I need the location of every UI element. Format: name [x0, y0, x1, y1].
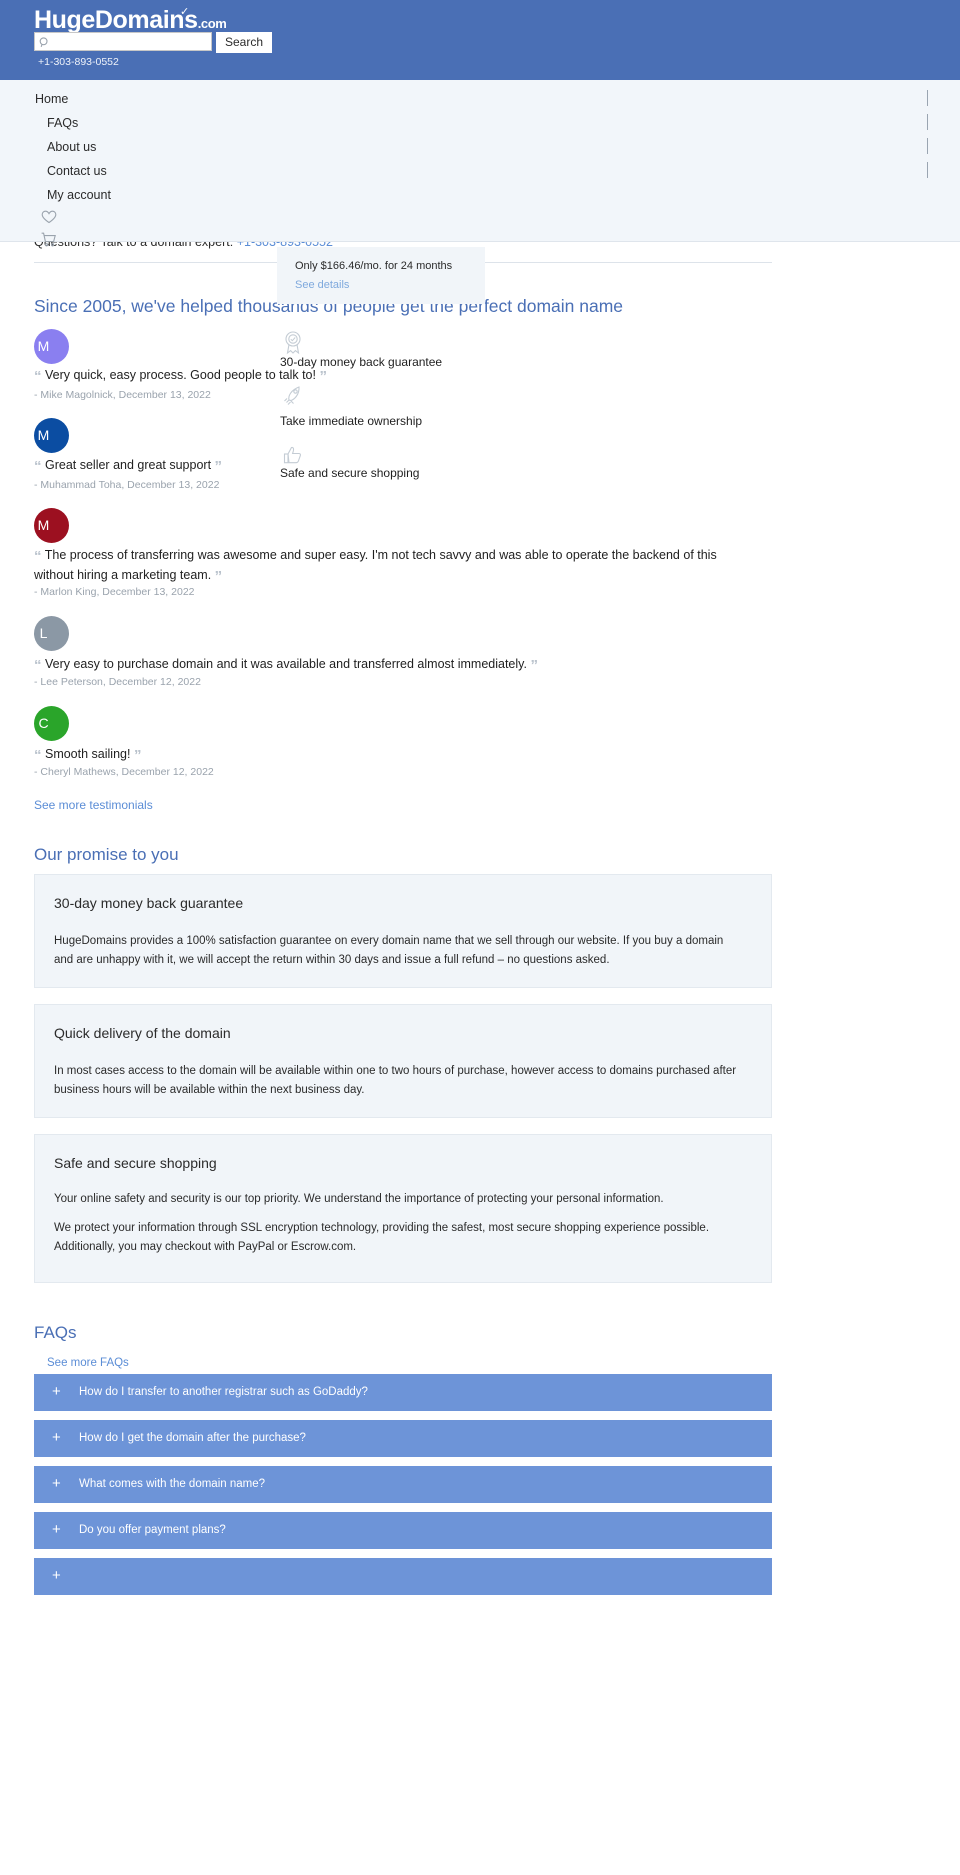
quote-open-icon: “ — [34, 458, 42, 475]
faq-accordion-item[interactable]: + — [34, 1558, 772, 1595]
see-more-testimonials-link[interactable]: See more testimonials — [34, 798, 153, 812]
promise-card-title: Safe and secure shopping — [54, 1155, 217, 1171]
testimonial-text: Very quick, easy process. Good people to… — [44, 368, 316, 382]
quote-close-icon: ” — [214, 568, 223, 585]
testimonial-text: Smooth sailing! — [44, 747, 131, 761]
testimonial-text: Very easy to purchase domain and it was … — [44, 657, 527, 671]
quote-open-icon: “ — [34, 368, 42, 385]
quote-open-icon: “ — [34, 747, 42, 764]
promise-card: 30-day money back guarantee HugeDomains … — [34, 874, 772, 988]
avatar-initial: M — [37, 517, 50, 533]
faq-question: How do I transfer to another registrar s… — [79, 1386, 368, 1398]
see-details-link[interactable]: See details — [295, 279, 349, 291]
avatar: M — [34, 508, 69, 543]
page-root: Questions? Talk to a domain expert: +1-3… — [0, 0, 960, 1875]
checkmark-icon: ✓ — [180, 6, 189, 18]
logo-tld-text: .com — [197, 16, 227, 31]
heart-icon[interactable] — [41, 210, 57, 226]
faq-question: How do I get the domain after the purcha… — [79, 1432, 306, 1444]
logo-main-text: HugeDomains — [34, 6, 198, 34]
faq-accordion-item[interactable]: + What comes with the domain name? — [34, 1466, 772, 1503]
nav-divider — [927, 90, 928, 106]
plus-icon: + — [52, 1521, 61, 1538]
avatar: C — [34, 706, 69, 741]
feature-label: Take immediate ownership — [280, 414, 423, 428]
faq-accordion-item[interactable]: + How do I transfer to another registrar… — [34, 1374, 772, 1411]
promise-card-title: 30-day money back guarantee — [54, 895, 244, 911]
avatar: L — [34, 616, 69, 651]
nav-item-about-us[interactable]: About us — [47, 140, 96, 154]
plus-icon: + — [52, 1475, 61, 1492]
testimonial-quote: “ The process of transferring was awesom… — [34, 546, 749, 586]
header-phone[interactable]: +1-303-893-0552 — [38, 56, 119, 68]
nav-item-contact-us[interactable]: Contact us — [47, 164, 107, 178]
faq-question: What comes with the domain name? — [79, 1478, 266, 1490]
testimonial-author: - Cheryl Mathews, December 12, 2022 — [34, 766, 214, 778]
search-icon — [39, 35, 50, 47]
testimonial-text: The process of transferring was awesome … — [34, 548, 717, 582]
avatar-initial: L — [39, 625, 48, 641]
promise-card-body: We protect your information through SSL … — [54, 1222, 710, 1253]
testimonial-author: - Marlon King, December 13, 2022 — [34, 586, 195, 598]
search-area: Search — [34, 32, 272, 53]
avatar-initial: M — [37, 427, 50, 443]
thumbs-up-icon — [280, 442, 306, 468]
avatar: M — [34, 329, 69, 364]
avatar-initial: M — [37, 338, 50, 354]
testimonial-author: - Mike Magolnick, December 13, 2022 — [34, 389, 211, 401]
feature-label: Safe and secure shopping — [280, 466, 420, 480]
quote-open-icon: “ — [34, 657, 42, 674]
testimonial-text: Great seller and great support — [44, 458, 212, 472]
nav-divider — [927, 114, 928, 130]
promise-heading: Our promise to you — [34, 845, 179, 864]
nav-divider — [927, 138, 928, 154]
faq-accordion-item[interactable]: + How do I get the domain after the purc… — [34, 1420, 772, 1457]
cart-icon[interactable] — [41, 232, 57, 248]
nav-divider — [927, 162, 928, 178]
testimonial-quote: “ Very easy to purchase domain and it wa… — [34, 655, 554, 675]
price-tooltip-text: Only $166.46/mo. for 24 months — [295, 260, 453, 272]
badge-icon — [280, 329, 306, 355]
nav-item-home[interactable]: Home — [35, 92, 68, 106]
search-button[interactable]: Search — [216, 32, 272, 53]
promise-card-title: Quick delivery of the domain — [54, 1025, 231, 1041]
promise-card: Safe and secure shopping Your online saf… — [34, 1134, 772, 1283]
rocket-icon — [280, 383, 306, 409]
quote-close-icon: ” — [133, 747, 142, 764]
nav-overlay-panel: Home FAQs About us Contact us My account — [0, 80, 960, 247]
plus-icon: + — [52, 1429, 61, 1446]
faq-question: Do you offer payment plans? — [79, 1524, 226, 1536]
quote-close-icon: ” — [214, 458, 223, 475]
faq-accordion-item[interactable]: + Do you offer payment plans? — [34, 1512, 772, 1549]
quote-close-icon: ” — [530, 657, 538, 674]
faqs-heading: FAQs — [34, 1323, 77, 1342]
promise-card: Quick delivery of the domain In most cas… — [34, 1004, 772, 1118]
avatar-initial: C — [38, 715, 49, 731]
price-tooltip: Only $166.46/mo. for 24 months See detai… — [277, 247, 485, 304]
testimonial-author: - Muhammad Toha, December 13, 2022 — [34, 479, 220, 491]
quote-close-icon: ” — [319, 368, 327, 385]
testimonial-quote: “ Very quick, easy process. Good people … — [34, 366, 354, 386]
see-more-faqs-link[interactable]: See more FAQs — [47, 1357, 129, 1369]
search-field-wrapper[interactable] — [34, 32, 212, 51]
feature-label: 30-day money back guarantee — [280, 355, 443, 369]
testimonial-quote: “ Smooth sailing! ” — [34, 745, 354, 765]
quote-open-icon: “ — [34, 548, 42, 565]
promise-card-body: In most cases access to the domain will … — [54, 1065, 737, 1096]
plus-icon: + — [52, 1383, 61, 1400]
logo[interactable]: HugeDomains.com ✓ — [34, 6, 227, 35]
nav-item-faqs[interactable]: FAQs — [47, 116, 78, 130]
promise-card-body: Your online safety and security is our t… — [54, 1193, 664, 1205]
nav-item-my-account[interactable]: My account — [47, 188, 111, 202]
avatar: M — [34, 418, 69, 453]
plus-icon: + — [52, 1567, 61, 1584]
promise-card-body: HugeDomains provides a 100% satisfaction… — [54, 935, 724, 966]
testimonial-author: - Lee Peterson, December 12, 2022 — [34, 676, 201, 688]
search-input[interactable] — [53, 34, 203, 49]
site-header: HugeDomains.com ✓ Search +1-303-893-0552 — [0, 0, 960, 80]
